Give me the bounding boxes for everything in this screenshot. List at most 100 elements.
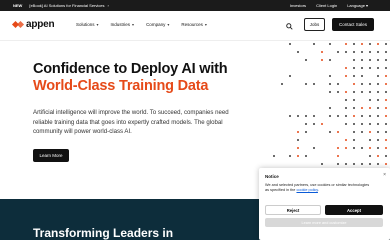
pattern-dot (369, 59, 371, 61)
pattern-dot (377, 163, 379, 165)
pattern-dot (385, 123, 387, 125)
pattern-dot (353, 83, 355, 85)
pattern-dot (289, 43, 291, 45)
pattern-dot (321, 51, 323, 53)
pattern-dot (353, 147, 355, 149)
pattern-dot (297, 131, 299, 133)
pattern-dot (385, 43, 387, 45)
cookie-text-body: We and selected partners, use cookies or… (265, 183, 370, 192)
pattern-dot (305, 123, 307, 125)
menu-item-solutions[interactable]: Solutions ▾ (76, 22, 99, 27)
pattern-dot (297, 51, 299, 53)
pattern-dot (297, 139, 299, 141)
menu-item-industries[interactable]: Industries ▾ (111, 22, 135, 27)
pattern-dot (385, 83, 387, 85)
client-login-link[interactable]: Client Login (316, 3, 337, 8)
dot-pattern-graphic (273, 43, 387, 165)
pattern-dot (297, 147, 299, 149)
pattern-dot (385, 131, 387, 133)
pattern-dot (345, 75, 347, 77)
pattern-dot (313, 147, 315, 149)
pattern-dot (369, 115, 371, 117)
menu-item-resources[interactable]: Resources ▾ (181, 22, 207, 27)
pattern-dot (361, 107, 363, 109)
pattern-dot (329, 91, 331, 93)
pattern-dot (345, 91, 347, 93)
menu-label: Company (146, 22, 166, 27)
pattern-dot (289, 155, 291, 157)
pattern-dot (385, 155, 387, 157)
pattern-dot (321, 123, 323, 125)
chevron-down-icon: ▾ (132, 22, 135, 27)
pattern-dot (369, 123, 371, 125)
pattern-dot (385, 115, 387, 117)
investors-link[interactable]: Investors (290, 3, 306, 8)
pattern-dot (337, 163, 339, 165)
pattern-dot (313, 115, 315, 117)
pattern-dot (337, 115, 339, 117)
pattern-dot (385, 147, 387, 149)
pattern-dot (369, 131, 371, 133)
pattern-dot (353, 67, 355, 69)
pattern-dot (345, 107, 347, 109)
language-selector[interactable]: Language ▾ (347, 3, 368, 8)
pattern-dot (329, 115, 331, 117)
announcement-link[interactable]: [eBook] AI Solutions for Financial Servi… (29, 3, 104, 8)
pattern-dot (353, 107, 355, 109)
pattern-dot (345, 147, 347, 149)
pattern-dot (385, 139, 387, 141)
pattern-dot (361, 67, 363, 69)
pattern-dot (329, 131, 331, 133)
pattern-dot (353, 115, 355, 117)
pattern-dot (353, 91, 355, 93)
pattern-dot (345, 123, 347, 125)
pattern-dot (377, 131, 379, 133)
pattern-dot (377, 107, 379, 109)
pattern-dot (385, 163, 387, 165)
pattern-dot (377, 123, 379, 125)
logo[interactable]: appen (11, 19, 55, 30)
reject-button[interactable]: Reject (265, 205, 321, 215)
pattern-dot (369, 99, 371, 101)
pattern-dot (281, 83, 283, 85)
pattern-dot (377, 91, 379, 93)
pattern-dot (345, 43, 347, 45)
pattern-dot (305, 83, 307, 85)
close-icon[interactable]: × (383, 172, 386, 178)
pattern-dot (377, 115, 379, 117)
pattern-dot (369, 147, 371, 149)
pattern-dot (369, 67, 371, 69)
contact-sales-button[interactable]: Contact Sales (332, 18, 374, 31)
cookie-notice: × Notice We and selected partners, use c… (259, 168, 390, 240)
pattern-dot (369, 43, 371, 45)
accept-button[interactable]: Accept (325, 205, 383, 215)
hero-title: Confidence to Deploy AI with World-Class… (33, 61, 273, 95)
arrow-right-icon[interactable]: › (108, 3, 109, 8)
pattern-dot (361, 43, 363, 45)
pattern-dot (313, 123, 315, 125)
chevron-down-icon: ▾ (365, 3, 368, 8)
pattern-dot (361, 115, 363, 117)
jobs-button[interactable]: Jobs (304, 18, 325, 31)
learn-more-button[interactable]: Learn More (33, 149, 69, 162)
pattern-dot (329, 107, 331, 109)
search-icon[interactable] (286, 23, 293, 32)
pattern-dot (289, 75, 291, 77)
pattern-dot (377, 83, 379, 85)
pattern-dot (305, 131, 307, 133)
announcement-bar: NEW [eBook] AI Solutions for Financial S… (0, 0, 390, 11)
nav-menu: Solutions ▾ Industries ▾ Company ▾ Resou… (76, 22, 219, 27)
pattern-dot (345, 163, 347, 165)
menu-label: Resources (181, 22, 203, 27)
pattern-dot (385, 67, 387, 69)
language-label: Language (347, 3, 365, 8)
cookie-policy-link[interactable]: cookie policy (296, 188, 317, 192)
main-nav: appen Solutions ▾ Industries ▾ Company ▾… (0, 11, 390, 41)
pattern-dot (361, 123, 363, 125)
learn-more-customize-button[interactable]: Learn more and customize (265, 218, 383, 227)
pattern-dot (369, 163, 371, 165)
new-badge: NEW (13, 3, 23, 8)
hero-description: Artificial intelligence will improve the… (33, 109, 229, 135)
menu-item-company[interactable]: Company ▾ (146, 22, 169, 27)
pattern-dot (345, 51, 347, 53)
